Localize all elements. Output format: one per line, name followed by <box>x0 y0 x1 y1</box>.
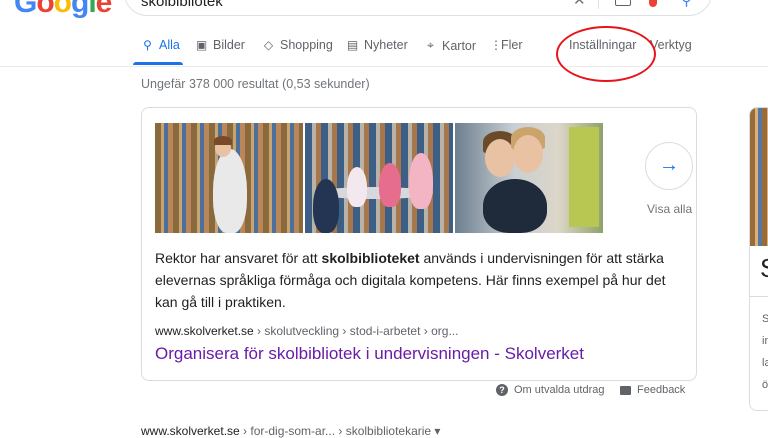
search-divider <box>598 0 599 9</box>
knowledge-panel-line: la <box>762 357 768 369</box>
result-domain: www.skolverket.se <box>155 324 254 338</box>
child-figure <box>213 149 247 233</box>
next-images-button[interactable]: → <box>645 142 693 190</box>
child-hair <box>214 136 232 145</box>
keyboard-icon[interactable] <box>615 0 631 6</box>
knowledge-panel-image[interactable] <box>750 108 768 246</box>
tab-kartor[interactable]: ⌖ Kartor <box>424 38 476 53</box>
about-snippets-label: Om utvalda utdrag <box>514 384 605 396</box>
child-figure <box>313 179 339 233</box>
snippet-text-part: Rektor har ansvaret för att <box>155 250 322 266</box>
result-url[interactable]: www.skolverket.se › skolutveckling › sto… <box>155 324 458 338</box>
tab-label: Shopping <box>280 38 333 52</box>
tab-alla[interactable]: ⚲ Alla <box>141 38 180 52</box>
about-snippets-link[interactable]: ? Om utvalda utdrag <box>496 384 605 396</box>
tab-label: Fler <box>501 38 523 52</box>
featured-snippet-card: → Visa alla Rektor har ansvaret för att … <box>141 107 697 381</box>
library-image-3[interactable] <box>455 123 603 233</box>
logo-letter: l <box>88 0 96 19</box>
logo-letter: e <box>95 0 113 19</box>
child-figure <box>347 167 367 207</box>
library-image-1[interactable] <box>155 123 303 233</box>
feedback-label: Feedback <box>637 384 686 396</box>
search-input[interactable]: skolbibliotek <box>141 0 223 10</box>
knowledge-panel-divider <box>750 296 768 297</box>
child-figure <box>379 163 401 207</box>
knowledge-panel-title: S <box>760 253 768 284</box>
search-icon: ⚲ <box>143 38 152 52</box>
tab-label: Bilder <box>213 38 245 52</box>
tab-verktyg[interactable]: Verktyg <box>650 38 692 52</box>
search-icon[interactable]: ⚲ <box>681 0 692 9</box>
logo-letter: o <box>53 0 72 19</box>
result-domain: www.skolverket.se <box>141 424 240 438</box>
annotation-circle <box>556 26 656 82</box>
book-display <box>569 127 599 227</box>
feedback-icon <box>620 385 631 395</box>
next-result-url[interactable]: www.skolverket.se › for-dig-som-ar... › … <box>141 424 440 438</box>
tab-bilder[interactable]: ▣ Bilder <box>195 38 245 52</box>
visa-alla-link[interactable]: Visa alla <box>647 202 692 216</box>
tab-label: Nyheter <box>364 38 408 52</box>
more-vert-icon: ⋮ <box>490 38 502 52</box>
map-pin-icon: ⌖ <box>427 38 434 52</box>
tab-label: Alla <box>159 38 180 52</box>
result-stats: Ungefär 378 000 resultat (0,53 sekunder) <box>141 77 370 91</box>
knowledge-panel-line: in <box>762 335 768 347</box>
child-figure <box>483 179 547 233</box>
search-box[interactable]: skolbibliotek ✕ ⚲ <box>124 0 712 16</box>
image-icon: ▣ <box>195 38 208 52</box>
logo-letter: g <box>71 0 89 19</box>
tab-nyheter[interactable]: ▤ Nyheter <box>346 38 408 52</box>
logo-letter: G <box>14 0 37 19</box>
tag-icon: ◇ <box>263 38 274 52</box>
help-icon: ? <box>496 384 508 396</box>
knowledge-panel-line: ö <box>762 379 768 391</box>
feedback-link[interactable]: Feedback <box>620 384 685 396</box>
knowledge-panel: S S in la ö <box>749 107 768 411</box>
news-icon: ▤ <box>346 38 359 52</box>
tab-label: Kartor <box>442 38 477 53</box>
tab-shopping[interactable]: ◇ Shopping <box>262 38 333 52</box>
tab-label: Verktyg <box>650 38 692 52</box>
result-title-link[interactable]: Organisera för skolbibliotek i undervisn… <box>155 344 584 364</box>
snippet-text: Rektor har ansvaret för att skolbibliote… <box>155 247 685 313</box>
active-tab-indicator <box>133 62 183 65</box>
result-path: › for-dig-som-ar... › skolbibliotekarie … <box>239 424 441 438</box>
close-icon[interactable]: ✕ <box>573 0 586 9</box>
child-face <box>513 135 543 173</box>
knowledge-panel-text: S in la ö <box>762 308 768 396</box>
child-figure <box>409 153 433 209</box>
library-image-2[interactable] <box>305 123 453 233</box>
tab-fler[interactable]: ⋮ Fler <box>490 38 523 52</box>
google-logo[interactable]: Google <box>14 0 113 20</box>
arrow-right-icon: → <box>659 154 679 176</box>
microphone-icon[interactable] <box>649 0 657 7</box>
result-path: › skolutveckling › stod-i-arbetet › org.… <box>253 324 459 338</box>
knowledge-panel-line: S <box>762 308 768 330</box>
snippet-highlight: skolbiblioteket <box>321 250 420 266</box>
logo-letter: o <box>36 0 54 19</box>
